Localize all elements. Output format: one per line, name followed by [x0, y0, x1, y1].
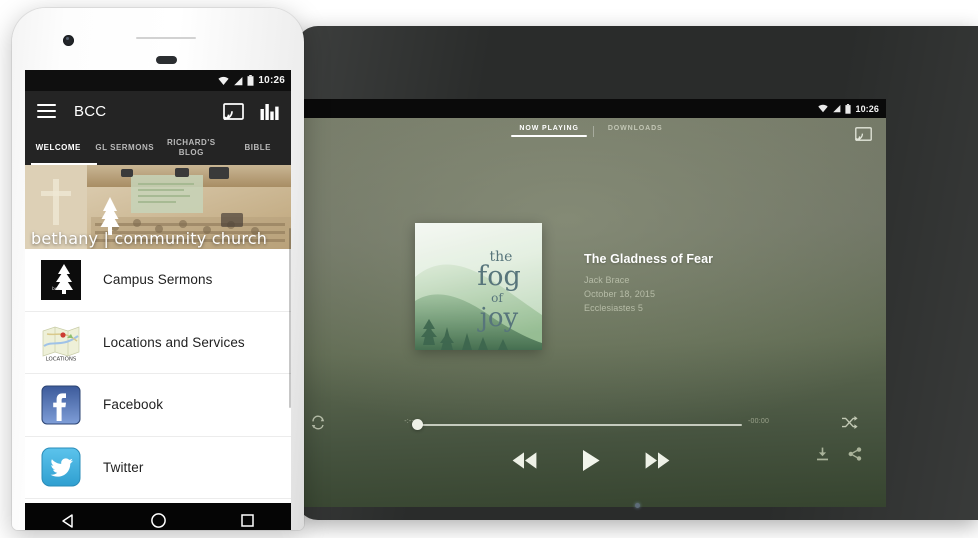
- wifi-icon: [218, 76, 230, 85]
- track-scripture: Ecclesiastes 5: [584, 303, 643, 313]
- track-speaker: Jack Brace: [584, 275, 630, 285]
- time-elapsed: -:--: [404, 418, 414, 425]
- cast-icon[interactable]: [855, 127, 872, 141]
- rewind-icon[interactable]: [511, 450, 538, 471]
- list-item-locations-and-services[interactable]: LOCATIONS Locations and Services: [25, 311, 291, 374]
- seek-thumb[interactable]: [412, 419, 423, 430]
- back-triangle-icon[interactable]: [61, 513, 77, 529]
- track-date: October 18, 2015: [584, 289, 656, 299]
- list-item-campus-sermons[interactable]: bcc Campus Sermons: [25, 249, 291, 312]
- list-item-facebook[interactable]: Facebook: [25, 374, 291, 437]
- phone-device: 10:26 BCC WELCOME GL SERMONS RICHARD'S B…: [12, 8, 304, 530]
- list-item-twitter[interactable]: Twitter: [25, 436, 291, 499]
- list-item-label: Campus Sermons: [103, 272, 213, 288]
- battery-icon: [845, 103, 852, 114]
- phone-earpiece-speaker: [156, 56, 177, 64]
- seek-bar[interactable]: [418, 424, 742, 426]
- svg-text:LOCATIONS: LOCATIONS: [46, 357, 77, 363]
- tab-downloads[interactable]: DOWNLOADS: [594, 125, 677, 137]
- svg-text:bcc: bcc: [52, 286, 60, 292]
- fast-forward-icon[interactable]: [644, 450, 671, 471]
- tablet-front-camera: [634, 503, 640, 508]
- tab-richards-blog[interactable]: RICHARD'S BLOG: [158, 138, 225, 158]
- map-locations-icon: LOCATIONS: [41, 322, 81, 363]
- transport-controls: [296, 443, 886, 477]
- track-metadata: The Gladness of Fear Jack Brace October …: [584, 252, 854, 315]
- tablet-app-content: NOW PLAYING DOWNLOADS the fog of joy The…: [296, 118, 886, 507]
- tab-bible[interactable]: BIBLE: [225, 143, 292, 153]
- wifi-icon: [818, 104, 829, 113]
- time-total: -00:00: [748, 418, 770, 425]
- list-item-label: Locations and Services: [103, 334, 245, 350]
- phone-app-bar: BCC: [25, 91, 291, 131]
- phone-clock: 10:26: [258, 75, 285, 86]
- player-controls: -:-- -00:00: [296, 399, 886, 507]
- signal-icon: [234, 76, 243, 85]
- shuffle-icon[interactable]: [841, 415, 858, 430]
- twitter-icon: [41, 447, 81, 487]
- equalizer-icon[interactable]: [260, 103, 279, 120]
- hero-caption: bethany | community church: [25, 229, 291, 248]
- app-title: BCC: [74, 102, 107, 120]
- tablet-screen: 10:26 NOW PLAYING DOWNLOADS the fog of j…: [296, 99, 886, 507]
- phone-sensor-slit: [136, 37, 196, 39]
- recents-square-icon[interactable]: [240, 513, 255, 528]
- share-icon[interactable]: [848, 447, 862, 461]
- play-icon[interactable]: [580, 448, 602, 473]
- signal-icon: [833, 105, 841, 113]
- hero-caption-text: bethany | community church: [31, 229, 268, 248]
- tab-welcome[interactable]: WELCOME: [25, 143, 92, 153]
- tab-now-playing[interactable]: NOW PLAYING: [505, 125, 592, 137]
- album-art: the fog of joy: [415, 223, 542, 350]
- phone-tab-bar: WELCOME GL SERMONS RICHARD'S BLOG BIBLE: [25, 131, 291, 165]
- screenshot-stage: 10:26 NOW PLAYING DOWNLOADS the fog of j…: [0, 0, 978, 538]
- phone-screen: 10:26 BCC WELCOME GL SERMONS RICHARD'S B…: [25, 70, 291, 503]
- tablet-tab-bar: NOW PLAYING DOWNLOADS: [296, 118, 886, 148]
- facebook-icon: [41, 385, 81, 425]
- tablet-device: 10:26 NOW PLAYING DOWNLOADS the fog of j…: [296, 26, 978, 520]
- cast-icon[interactable]: [223, 102, 244, 120]
- download-icon[interactable]: [816, 447, 829, 461]
- android-nav-bar: [25, 503, 291, 530]
- home-circle-icon[interactable]: [150, 512, 167, 529]
- list-item-label: Twitter: [103, 459, 144, 475]
- list-item-label: Facebook: [103, 397, 164, 413]
- track-title: The Gladness of Fear: [584, 252, 714, 266]
- repeat-icon[interactable]: [310, 415, 326, 431]
- tree-logo-icon: bcc: [41, 259, 81, 300]
- phone-front-camera: [63, 35, 74, 46]
- player-utility-row: [816, 447, 862, 461]
- tablet-status-bar: 10:26: [296, 99, 886, 118]
- battery-icon: [247, 75, 254, 86]
- tablet-clock: 10:26: [855, 103, 879, 114]
- tab-gl-sermons[interactable]: GL SERMONS: [92, 143, 159, 153]
- hero-banner: bethany | community church: [25, 165, 291, 249]
- phone-status-bar: 10:26: [25, 70, 291, 91]
- scrollbar[interactable]: [289, 228, 291, 408]
- hamburger-menu-icon[interactable]: [37, 104, 56, 118]
